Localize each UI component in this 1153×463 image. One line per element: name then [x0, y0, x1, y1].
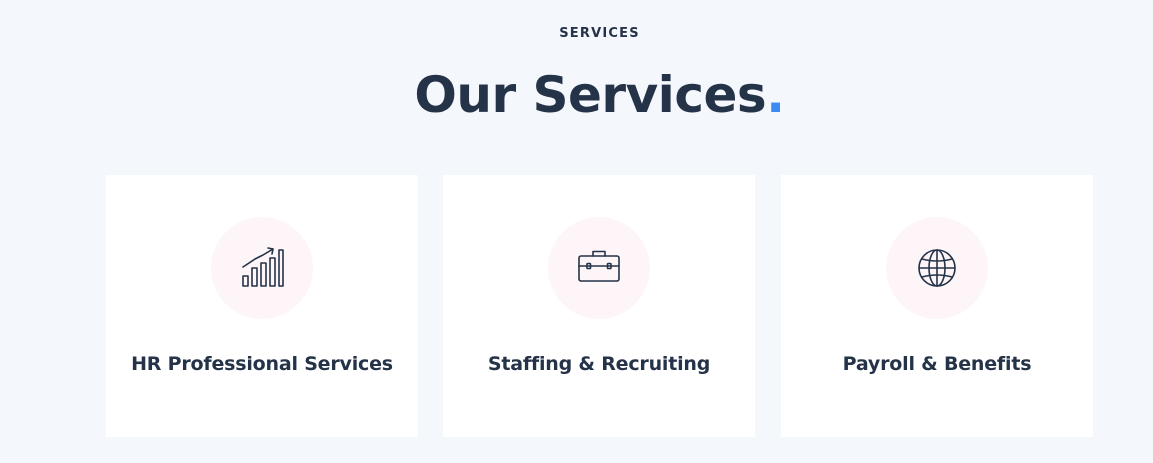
bar-chart-growth-icon — [242, 247, 284, 287]
services-section: SERVICES Our Services. HR Professional S… — [0, 0, 1153, 463]
service-icon-badge — [211, 217, 313, 319]
service-icon-badge — [886, 217, 988, 319]
section-title-text: Our Services — [414, 66, 767, 124]
service-card-hr-professional[interactable]: HR Professional Services — [106, 175, 418, 437]
globe-icon — [918, 249, 956, 287]
service-title: Payroll & Benefits — [842, 353, 1032, 375]
service-title: Staffing & Recruiting — [487, 353, 711, 375]
section-title: Our Services. — [0, 60, 1153, 130]
service-card-payroll-benefits[interactable]: Payroll & Benefits — [781, 175, 1093, 437]
section-eyebrow: SERVICES — [559, 26, 640, 41]
briefcase-icon — [578, 250, 620, 282]
service-icon-badge — [548, 217, 650, 319]
section-title-dot: . — [766, 66, 785, 124]
service-title: HR Professional Services — [131, 353, 393, 375]
service-card-staffing-recruiting[interactable]: Staffing & Recruiting — [443, 175, 755, 437]
